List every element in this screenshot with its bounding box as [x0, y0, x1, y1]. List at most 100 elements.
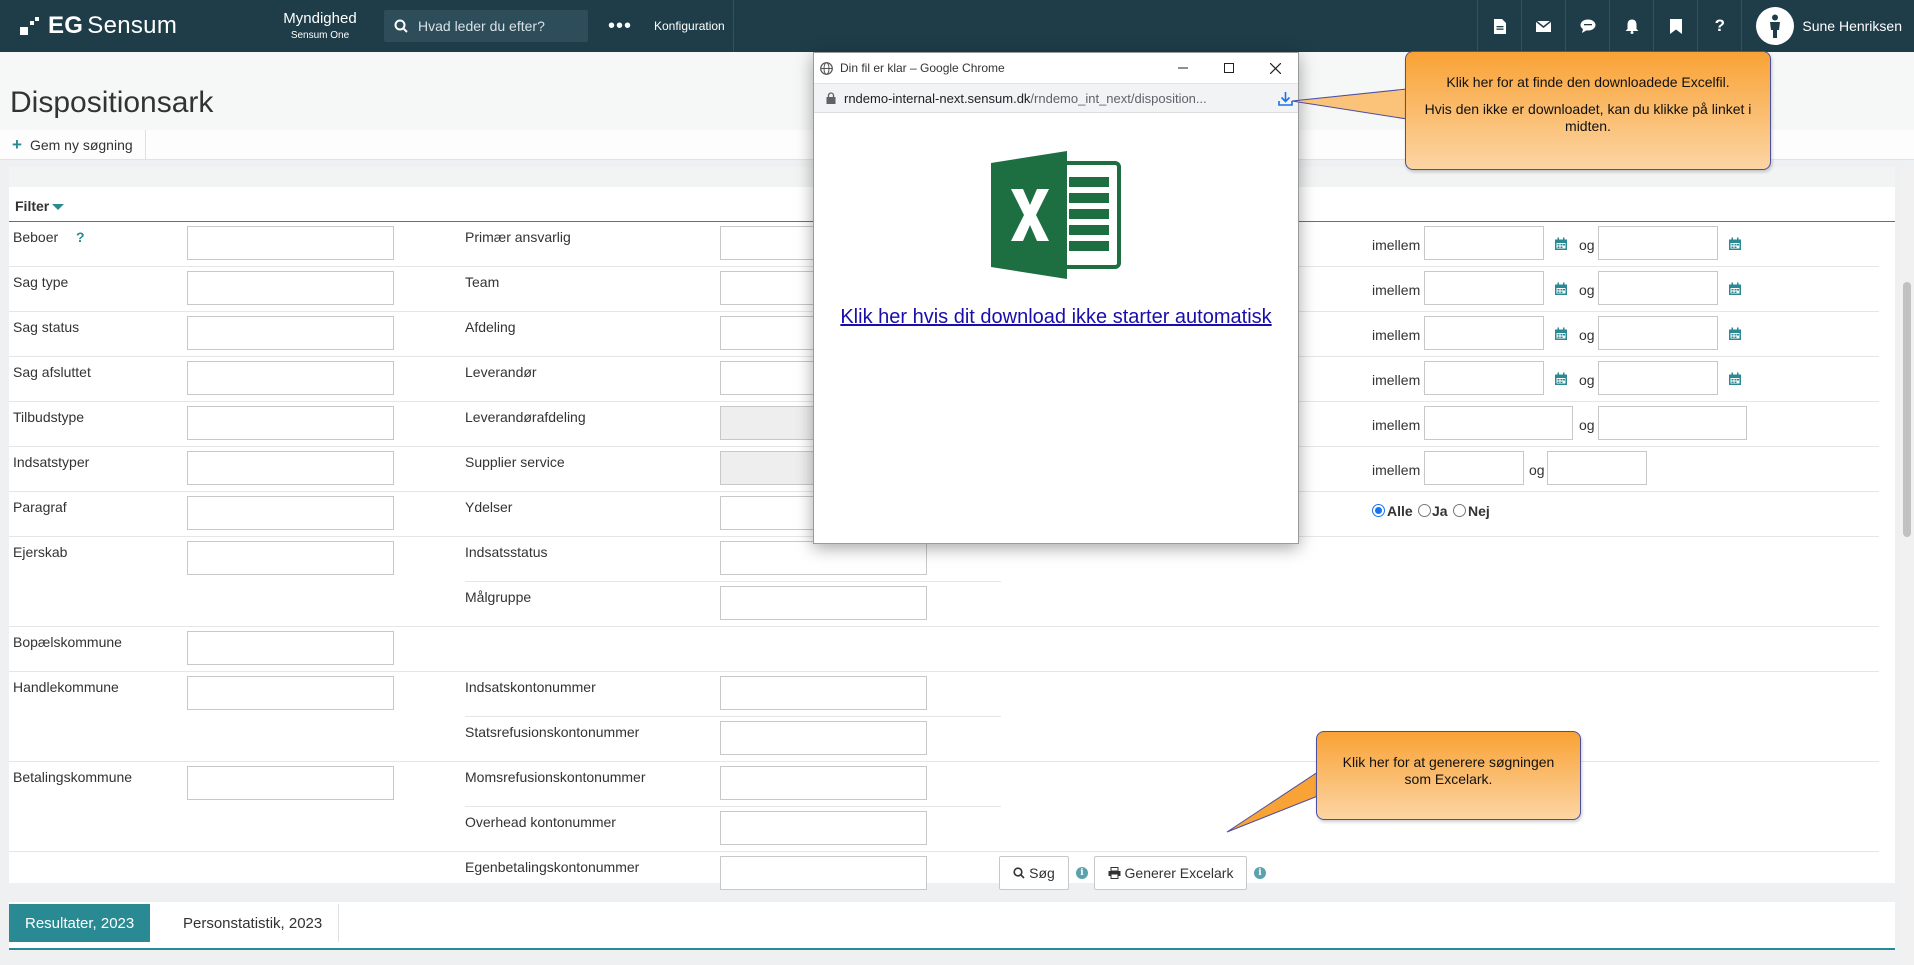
close-button[interactable]: [1252, 53, 1298, 83]
calendar-icon[interactable]: [1554, 372, 1568, 386]
lock-icon: [826, 92, 836, 104]
filter-input-tilbudstype[interactable]: [187, 406, 394, 440]
manual-download-link[interactable]: Klik her hvis dit download ikke starter …: [814, 306, 1298, 329]
filter-label-momsrefusionskontonummer: Momsrefusionskontonummer: [465, 769, 646, 785]
filter-label-afdeling: Afdeling: [465, 319, 516, 335]
page-scrollbar[interactable]: [1900, 167, 1914, 965]
range-between-label: imellem: [1372, 417, 1421, 433]
calendar-icon[interactable]: [1728, 372, 1742, 386]
filter-input-paragraf[interactable]: [187, 496, 394, 530]
range-to-input[interactable]: [1598, 316, 1718, 350]
filter-input-sag-afsluttet[interactable]: [187, 361, 394, 395]
filter-input-statsrefusionskontonummer[interactable]: [720, 721, 927, 755]
range-to-input[interactable]: [1598, 226, 1718, 260]
range-to-input[interactable]: [1598, 406, 1747, 440]
filter-label-handlekommune: Handlekommune: [13, 679, 119, 695]
filter-label-paragraf: Paragraf: [13, 499, 67, 515]
callout-generate-text: Klik her for at generere søgningen som E…: [1342, 754, 1555, 787]
minimize-button[interactable]: [1160, 53, 1206, 83]
filter-input-sag-type[interactable]: [187, 271, 394, 305]
module-sub: Sensum One: [290, 30, 350, 42]
person-icon: [1770, 14, 1781, 38]
calendar-icon[interactable]: [1554, 282, 1568, 296]
range-from-input[interactable]: [1424, 316, 1544, 350]
filter-label-sag-type: Sag type: [13, 274, 69, 290]
tab-results[interactable]: Resultater, 2023: [9, 904, 151, 942]
filter-label-team: Team: [465, 274, 500, 290]
filter-input-maalgruppe[interactable]: [720, 586, 927, 620]
chat-icon[interactable]: [1565, 0, 1609, 52]
caret-down-icon: [52, 204, 65, 211]
filter-input-sag-status[interactable]: [187, 316, 394, 350]
user-menu[interactable]: Sune Henriksen: [1741, 0, 1914, 52]
range-from-input[interactable]: [1424, 406, 1573, 440]
scrollbar-thumb[interactable]: [1903, 282, 1911, 537]
filter-input-egenbetalingskontonummer[interactable]: [720, 856, 927, 890]
filter-toggle[interactable]: Filter: [15, 198, 65, 214]
range-from-input[interactable]: [1424, 226, 1544, 260]
range-and-label: og: [1579, 327, 1595, 343]
eg-logo-mark-icon: [20, 17, 40, 35]
filter-input-indsatskontonummer[interactable]: [720, 676, 927, 710]
mail-icon[interactable]: [1521, 0, 1565, 52]
popup-address-bar[interactable]: rndemo-internal-next.sensum.dk/rndemo_in…: [814, 83, 1298, 113]
radio-ja[interactable]: [1418, 504, 1431, 517]
range-and-label: og: [1579, 282, 1595, 298]
generate-excel-button[interactable]: Generer Excelark: [1094, 856, 1247, 890]
filter-label-indsatskontonummer: Indsatskontonummer: [465, 679, 596, 695]
filter-input-ejerskab[interactable]: [187, 541, 394, 575]
calendar-icon[interactable]: [1728, 327, 1742, 341]
info-icon[interactable]: i: [1254, 867, 1266, 879]
save-new-search-button[interactable]: + Gem ny søgning: [0, 130, 146, 160]
calendar-icon[interactable]: [1728, 282, 1742, 296]
search-button[interactable]: Søg: [999, 856, 1069, 890]
help-icon[interactable]: ?: [1697, 0, 1741, 52]
bell-icon[interactable]: [1609, 0, 1653, 52]
filter-input-indsatsstatus[interactable]: [720, 541, 927, 575]
configuration-link[interactable]: Konfiguration: [646, 0, 734, 52]
more-menu-button[interactable]: •••: [594, 0, 646, 52]
range-between-label: imellem: [1372, 327, 1421, 343]
range-to-input[interactable]: [1547, 451, 1647, 485]
generate-excel-label: Generer Excelark: [1124, 865, 1234, 881]
app-logo[interactable]: EG Sensum: [0, 0, 270, 52]
global-search-input[interactable]: Hvad leder du efter?: [384, 10, 588, 42]
filter-input-handlekommune[interactable]: [187, 676, 394, 710]
range-and-label: og: [1579, 237, 1595, 253]
page-title: Dispositionsark: [10, 86, 214, 119]
filter-input-bopaelskommune[interactable]: [187, 631, 394, 665]
calendar-icon[interactable]: [1554, 237, 1568, 251]
url-path: /rndemo_int_next/disposition...: [1030, 90, 1207, 106]
search-placeholder: Hvad leder du efter?: [418, 18, 545, 34]
range-and-label: og: [1529, 462, 1545, 478]
search-button-label: Søg: [1029, 865, 1055, 881]
filter-input-beboer[interactable]: [187, 226, 394, 260]
filter-input-overhead-kontonummer[interactable]: [720, 811, 927, 845]
document-icon[interactable]: [1477, 0, 1521, 52]
filter-label-indsatstyper: Indsatstyper: [13, 454, 90, 470]
logo-name: Sensum: [87, 12, 178, 39]
filter-input-indsatstyper[interactable]: [187, 451, 394, 485]
calendar-icon[interactable]: [1554, 327, 1568, 341]
filter-input-betalingskommune[interactable]: [187, 766, 394, 800]
filter-input-momsrefusionskontonummer[interactable]: [720, 766, 927, 800]
range-from-input[interactable]: [1424, 361, 1544, 395]
radio-alle[interactable]: [1372, 504, 1385, 517]
module-switcher[interactable]: Myndighed Sensum One: [270, 10, 370, 42]
range-from-input[interactable]: [1424, 271, 1544, 305]
maximize-button[interactable]: [1206, 53, 1252, 83]
radio-nej[interactable]: [1453, 504, 1466, 517]
tab-person-statistics[interactable]: Personstatistik, 2023: [167, 904, 340, 942]
logo-prefix: EG: [48, 12, 84, 39]
help-icon[interactable]: ?: [76, 229, 85, 245]
avatar: [1756, 7, 1795, 45]
range-to-input[interactable]: [1598, 271, 1718, 305]
excel-icon: [991, 151, 1121, 282]
info-icon[interactable]: i: [1076, 867, 1088, 879]
range-to-input[interactable]: [1598, 361, 1718, 395]
range-from-input[interactable]: [1424, 451, 1524, 485]
callout-generate-hint: Klik her for at generere søgningen som E…: [1316, 731, 1581, 820]
plus-icon: +: [12, 135, 22, 154]
calendar-icon[interactable]: [1728, 237, 1742, 251]
bookmark-icon[interactable]: [1653, 0, 1697, 52]
